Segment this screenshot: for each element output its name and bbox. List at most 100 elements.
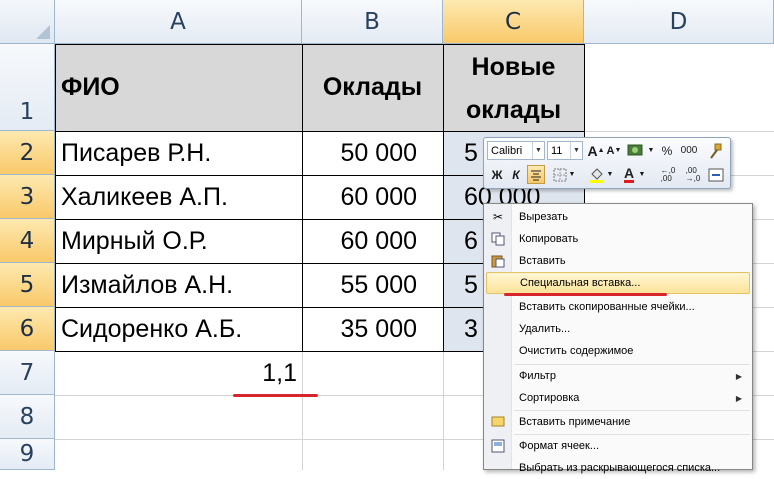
menu-item-label: Вырезать (519, 211, 568, 223)
cell-fio[interactable]: Писарев Р.Н. (55, 131, 302, 175)
menu-item-filter[interactable]: Фильтр ▶ (486, 365, 750, 387)
menu-item-copy[interactable]: Копировать (486, 228, 750, 250)
increase-decimal-button[interactable]: ←,0 ,00 (656, 165, 680, 184)
bold-button[interactable]: Ж (488, 165, 506, 184)
row-header-8[interactable]: 8 (0, 395, 55, 439)
merge-cells-icon (708, 168, 724, 181)
cell-salary[interactable]: 60 000 (302, 175, 443, 219)
menu-item-delete[interactable]: Удалить... (486, 318, 750, 340)
menu-item-sort[interactable]: Сортировка ▶ (486, 387, 750, 409)
cell-fio[interactable]: Мирный О.Р. (55, 219, 302, 263)
row-header-6[interactable]: 6 (0, 307, 55, 351)
borders-button[interactable] (551, 165, 569, 184)
mini-toolbar: Calibri ▼ 11 ▼ A ▲ A ▼ ▼ % 000 Ж К ▼ ▼ A… (483, 137, 731, 189)
header-cell-salary[interactable]: Оклады (302, 44, 443, 131)
menu-item-label: Специальная вставка... (520, 277, 641, 289)
font-size-value: 11 (551, 144, 563, 157)
cell-fio[interactable]: Сидоренко А.Б. (55, 307, 302, 351)
menu-item-label: Удалить... (519, 323, 571, 335)
grow-font-icon: A (587, 142, 598, 159)
font-color-icon: A (623, 164, 635, 183)
column-header-b[interactable]: B (302, 0, 443, 44)
cell-fio[interactable]: Измайлов А.Н. (55, 263, 302, 307)
column-header-d[interactable]: D (584, 0, 774, 44)
header-cell-fio[interactable]: ФИО (55, 44, 302, 131)
cell-fio[interactable]: Халикеев А.П. (55, 175, 302, 219)
chevron-down-icon[interactable]: ▼ (647, 141, 655, 160)
italic-button[interactable]: К (507, 165, 525, 184)
fill-bucket-icon (590, 167, 604, 183)
fill-color-button[interactable] (588, 165, 606, 184)
borders-icon (553, 168, 567, 181)
cell-salary[interactable]: 50 000 (302, 131, 443, 175)
font-size-combo[interactable]: 11 ▼ (547, 141, 583, 160)
menu-item-label: Фильтр (519, 370, 556, 382)
chevron-down-icon[interactable]: ▼ (570, 142, 582, 159)
font-name-combo[interactable]: Calibri ▼ (487, 141, 545, 160)
menu-item-label: Вставить скопированные ячейки... (519, 301, 695, 313)
cell-salary[interactable]: 55 000 (302, 263, 443, 307)
chevron-right-icon: ▶ (735, 371, 742, 381)
row-header-2[interactable]: 2 (0, 131, 55, 175)
menu-item-paste-special[interactable]: Специальная вставка... (486, 272, 750, 294)
menu-item-paste[interactable]: Вставить (486, 250, 750, 272)
menu-item-clear-contents[interactable]: Очистить содержимое (486, 340, 750, 362)
menu-item-label: Копировать (519, 233, 579, 245)
chevron-down-icon[interactable]: ▼ (568, 165, 576, 184)
chevron-down-icon[interactable]: ▼ (638, 165, 646, 184)
chevron-down-icon[interactable]: ▼ (532, 142, 544, 159)
italic-icon: К (512, 167, 520, 182)
bold-icon: Ж (491, 167, 503, 182)
row-header-7[interactable]: 7 (0, 351, 55, 395)
column-header-c[interactable]: C (443, 0, 584, 44)
format-painter-icon (710, 143, 722, 159)
decrease-decimal-icon: ,00 →,0 (685, 165, 701, 183)
row-header-9[interactable]: 9 (0, 439, 55, 470)
cell-salary[interactable]: 35 000 (302, 307, 443, 351)
menu-item-insert-comment[interactable]: Вставить примечание (486, 411, 750, 433)
row-header-4[interactable]: 4 (0, 219, 55, 263)
paste-icon (490, 253, 506, 269)
context-menu: ✂ Вырезать Копировать Вставить Специальн… (483, 203, 753, 474)
coefficient-cell[interactable]: 1,1 (55, 351, 302, 395)
menu-item-cut[interactable]: ✂ Вырезать (486, 206, 750, 228)
percent-icon: % (661, 143, 673, 158)
chevron-right-icon: ▶ (735, 393, 742, 403)
menu-item-pick-from-list[interactable]: Выбрать из раскрывающегося списка... (486, 457, 750, 479)
grow-font-button[interactable]: A ▲ (587, 141, 605, 160)
format-cells-icon (490, 438, 506, 454)
menu-item-insert-copied-cells[interactable]: Вставить скопированные ячейки... (486, 296, 750, 318)
thousands-separator-button[interactable]: 000 (677, 141, 701, 160)
align-center-icon (531, 170, 541, 180)
scissors-icon: ✂ (492, 210, 504, 224)
shrink-font-icon: A (606, 144, 615, 157)
format-painter-button[interactable] (706, 141, 724, 160)
cell-salary[interactable]: 60 000 (302, 219, 443, 263)
chevron-down-icon[interactable]: ▼ (606, 165, 614, 184)
header-cell-new-salary-line2[interactable]: оклады (443, 88, 584, 132)
menu-item-label: Вставить (519, 255, 566, 267)
menu-item-label: Формат ячеек... (519, 440, 600, 452)
decrease-decimal-button[interactable]: ,00 →,0 (681, 165, 705, 184)
align-center-button[interactable] (527, 165, 545, 184)
shrink-font-button[interactable]: A ▼ (605, 141, 623, 160)
spreadsheet[interactable]: A B C D 1 2 3 4 5 6 7 8 9 ФИО Оклады Нов… (0, 0, 774, 474)
comment-icon (490, 414, 506, 430)
select-all-corner[interactable] (0, 0, 55, 44)
row-header-5[interactable]: 5 (0, 263, 55, 307)
font-color-button[interactable]: A (620, 165, 638, 184)
merge-center-button[interactable] (707, 165, 725, 184)
header-cell-new-salary-line1[interactable]: Новые (443, 44, 584, 90)
increase-decimal-icon: ←,0 ,00 (660, 165, 676, 183)
red-underline-mark (233, 394, 318, 397)
menu-item-label: Выбрать из раскрывающегося списка... (519, 462, 721, 474)
percent-button[interactable]: % (658, 141, 676, 160)
copy-icon (490, 231, 506, 247)
row-header-1[interactable]: 1 (0, 44, 55, 131)
accounting-format-button[interactable] (625, 141, 647, 160)
row-header-3[interactable]: 3 (0, 175, 55, 219)
menu-item-label: Очистить содержимое (519, 345, 634, 357)
column-header-a[interactable]: A (55, 0, 302, 44)
font-name-value: Calibri (491, 144, 523, 157)
menu-item-format-cells[interactable]: Формат ячеек... (486, 435, 750, 457)
